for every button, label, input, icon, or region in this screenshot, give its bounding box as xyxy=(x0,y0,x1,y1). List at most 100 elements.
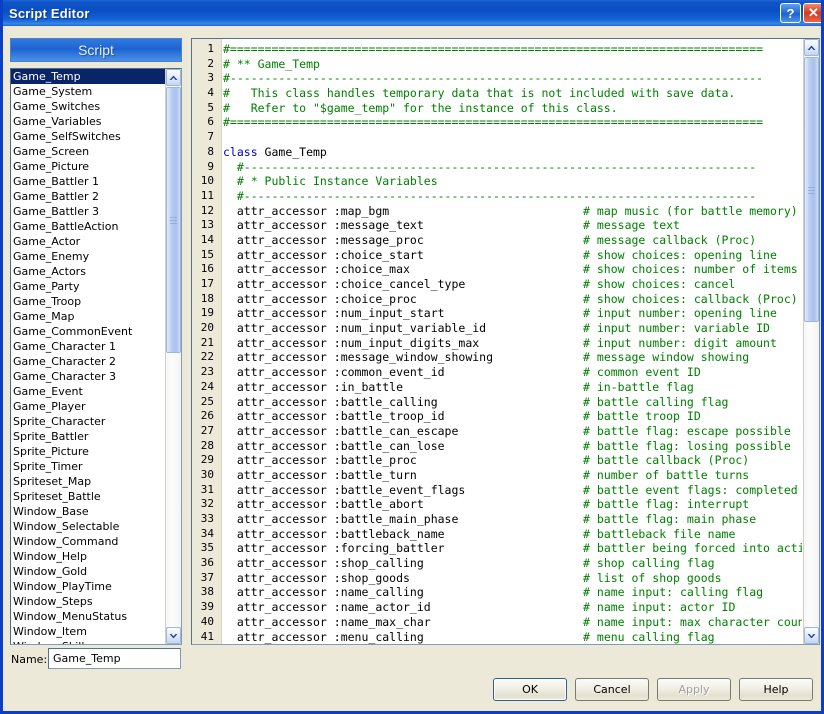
code-line[interactable]: 3 #--------------------------------------… xyxy=(192,71,802,86)
code-line[interactable]: 29 attr_accessor :battle_proc # battle c… xyxy=(192,453,802,468)
list-item[interactable]: Game_BattleAction xyxy=(11,219,166,234)
list-item[interactable]: Window_PlayTime xyxy=(11,579,166,594)
list-item[interactable]: Game_Enemy xyxy=(11,249,166,264)
close-icon[interactable]: ✕ xyxy=(803,3,821,23)
list-item[interactable]: Game_Character 2 xyxy=(11,354,166,369)
list-item[interactable]: Game_Event xyxy=(11,384,166,399)
chevron-up-icon[interactable] xyxy=(166,69,181,86)
list-item[interactable]: Game_Screen xyxy=(11,144,166,159)
code-line[interactable]: 39 attr_accessor :name_actor_id # name i… xyxy=(192,600,802,615)
list-item[interactable]: Window_Steps xyxy=(11,594,166,609)
list-item[interactable]: Game_Battler 2 xyxy=(11,189,166,204)
list-item[interactable]: Game_Variables xyxy=(11,114,166,129)
list-item[interactable]: Spriteset_Map xyxy=(11,474,166,489)
code-line[interactable]: 1 #======================================… xyxy=(192,42,802,57)
code-line[interactable]: 37 attr_accessor :shop_goods # list of s… xyxy=(192,571,802,586)
code-line[interactable]: 33 attr_accessor :battle_main_phase # ba… xyxy=(192,512,802,527)
list-item[interactable]: Sprite_Battler xyxy=(11,429,166,444)
list-item[interactable]: Game_Player xyxy=(11,399,166,414)
code-line[interactable]: 20 attr_accessor :num_input_variable_id … xyxy=(192,321,802,336)
code-line[interactable]: 9 #-------------------------------------… xyxy=(192,160,802,175)
code-line[interactable]: 2 # ** Game_Temp xyxy=(192,57,802,72)
list-item[interactable]: Game_CommonEvent xyxy=(11,324,166,339)
list-item[interactable]: Game_Map xyxy=(11,309,166,324)
list-item[interactable]: Window_MenuStatus xyxy=(11,609,166,624)
list-item[interactable]: Sprite_Picture xyxy=(11,444,166,459)
help-button[interactable]: Help xyxy=(739,678,813,701)
list-item[interactable]: Window_Help xyxy=(11,549,166,564)
list-item[interactable]: Window_Command xyxy=(11,534,166,549)
code-line[interactable]: 11 #------------------------------------… xyxy=(192,189,802,204)
list-item[interactable]: Game_Character 3 xyxy=(11,369,166,384)
code-line[interactable]: 13 attr_accessor :message_text # message… xyxy=(192,218,802,233)
code-editor[interactable]: 1 #======================================… xyxy=(191,38,820,645)
code-line[interactable]: 28 attr_accessor :battle_can_lose # batt… xyxy=(192,439,802,454)
code-line[interactable]: 7 xyxy=(192,130,802,145)
code-line[interactable]: 14 attr_accessor :message_proc # message… xyxy=(192,233,802,248)
list-item[interactable]: Game_Troop xyxy=(11,294,166,309)
script-list[interactable]: Game_Temp Game_System Game_Switches Game_Va… xyxy=(10,68,182,645)
code-line[interactable]: 21 attr_accessor :num_input_digits_max #… xyxy=(192,336,802,351)
code-line[interactable]: 4 # This class handles temporary data tha… xyxy=(192,86,802,101)
list-item[interactable]: Game_Switches xyxy=(11,99,166,114)
code-line[interactable]: 10 # * Public Instance Variables xyxy=(192,174,802,189)
name-input[interactable] xyxy=(48,648,181,669)
list-item[interactable]: Window_Skill xyxy=(11,639,166,644)
code-line[interactable]: 27 attr_accessor :battle_can_escape # ba… xyxy=(192,424,802,439)
list-item[interactable]: Game_Actors xyxy=(11,264,166,279)
code-line[interactable]: 5 # Refer to "$game_temp" for the instanc… xyxy=(192,101,802,116)
code-line[interactable]: 17 attr_accessor :choice_cancel_type # s… xyxy=(192,277,802,292)
list-item[interactable]: Game_Picture xyxy=(11,159,166,174)
list-item[interactable]: Game_SelfSwitches xyxy=(11,129,166,144)
list-item[interactable]: Sprite_Character xyxy=(11,414,166,429)
list-item[interactable]: Window_Item xyxy=(11,624,166,639)
list-item[interactable]: Window_Selectable xyxy=(11,519,166,534)
ok-button[interactable]: OK xyxy=(493,678,567,701)
list-item[interactable]: Sprite_Timer xyxy=(11,459,166,474)
code-scroll-area[interactable]: 1 #======================================… xyxy=(192,39,802,644)
code-lines[interactable]: 1 #======================================… xyxy=(192,42,802,644)
code-line[interactable]: 40 attr_accessor :name_max_char # name i… xyxy=(192,615,802,630)
code-line[interactable]: 12 attr_accessor :map_bgm # map music (f… xyxy=(192,204,802,219)
code-line[interactable]: 31 attr_accessor :battle_event_flags # b… xyxy=(192,483,802,498)
list-item[interactable]: Game_Temp xyxy=(11,69,166,84)
line-number: 15 xyxy=(200,247,214,261)
code-line[interactable]: 35 attr_accessor :forcing_battler # batt… xyxy=(192,541,802,556)
code-line[interactable]: 38 attr_accessor :name_calling # name in… xyxy=(192,585,802,600)
code-line[interactable]: 8 class Game_Temp xyxy=(192,145,802,160)
list-item[interactable]: Window_Base xyxy=(11,504,166,519)
chevron-down-icon[interactable] xyxy=(166,627,181,644)
code-scrollbar[interactable] xyxy=(803,39,819,644)
list-item[interactable]: Game_System xyxy=(11,84,166,99)
script-list-scrollbar[interactable] xyxy=(165,69,181,644)
list-item[interactable]: Game_Party xyxy=(11,279,166,294)
code-line[interactable]: 30 attr_accessor :battle_turn # number o… xyxy=(192,468,802,483)
list-item[interactable]: Spriteset_Battle xyxy=(11,489,166,504)
chevron-up-icon[interactable] xyxy=(804,39,819,56)
code-line[interactable]: 15 attr_accessor :choice_start # show ch… xyxy=(192,248,802,263)
script-list-scroll-thumb[interactable] xyxy=(166,87,181,353)
code-scroll-thumb[interactable] xyxy=(804,57,819,322)
code-line[interactable]: 25 attr_accessor :battle_calling # battl… xyxy=(192,395,802,410)
cancel-button[interactable]: Cancel xyxy=(575,678,649,701)
code-line[interactable]: 22 attr_accessor :message_window_showing… xyxy=(192,350,802,365)
help-button-titlebar[interactable]: ? xyxy=(780,3,801,23)
chevron-down-icon[interactable] xyxy=(804,627,819,644)
code-line[interactable]: 32 attr_accessor :battle_abort # battle … xyxy=(192,497,802,512)
code-line[interactable]: 24 attr_accessor :in_battle # in-battle … xyxy=(192,380,802,395)
code-line[interactable]: 36 attr_accessor :shop_calling # shop ca… xyxy=(192,556,802,571)
code-line[interactable]: 6 #======================================… xyxy=(192,115,802,130)
code-line[interactable]: 23 attr_accessor :common_event_id # comm… xyxy=(192,365,802,380)
code-line[interactable]: 19 attr_accessor :num_input_start # inpu… xyxy=(192,306,802,321)
list-item[interactable]: Game_Battler 3 xyxy=(11,204,166,219)
script-list-items[interactable]: Game_Temp Game_System Game_Switches Game_Va… xyxy=(11,69,166,644)
code-line[interactable]: 34 attr_accessor :battleback_name # batt… xyxy=(192,527,802,542)
code-line[interactable]: 26 attr_accessor :battle_troop_id # batt… xyxy=(192,409,802,424)
code-line[interactable]: 41 attr_accessor :menu_calling # menu ca… xyxy=(192,630,802,645)
code-line[interactable]: 16 attr_accessor :choice_max # show choi… xyxy=(192,262,802,277)
list-item[interactable]: Game_Battler 1 xyxy=(11,174,166,189)
list-item[interactable]: Game_Character 1 xyxy=(11,339,166,354)
code-line[interactable]: 18 attr_accessor :choice_proc # show cho… xyxy=(192,292,802,307)
list-item[interactable]: Window_Gold xyxy=(11,564,166,579)
list-item[interactable]: Game_Actor xyxy=(11,234,166,249)
